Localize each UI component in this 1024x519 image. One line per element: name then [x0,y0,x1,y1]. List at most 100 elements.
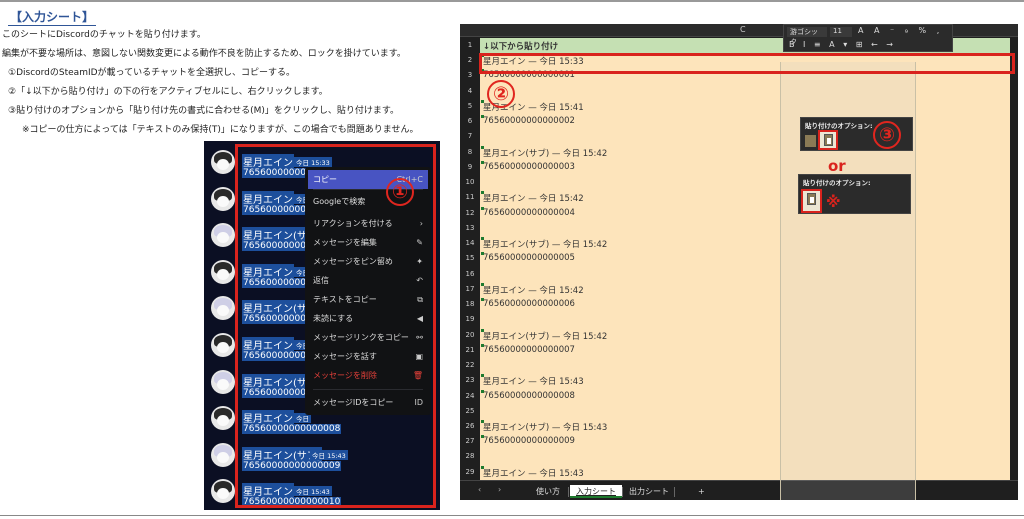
cell-text[interactable]: 76560000000000006 [483,299,575,309]
row-header[interactable]: 4 [460,83,480,99]
row-header[interactable]: 6 [460,114,480,130]
menu-item-label: コピー [313,175,337,184]
menu-item-copy-message-id[interactable]: メッセージIDをコピー ID [308,393,428,412]
font-name-box[interactable]: 游ゴシック [787,27,827,46]
menu-item-add-reaction[interactable]: リアクションを付ける › [308,214,428,233]
row-header[interactable]: 23 [460,373,480,389]
avatar[interactable] [211,296,235,321]
row-header[interactable]: 24 [460,388,480,404]
row-header[interactable]: 21 [460,342,480,358]
cell-error-indicator [481,298,484,302]
row-header[interactable]: 8 [460,144,480,160]
row-header[interactable]: 13 [460,220,480,236]
menu-item-mark-unread[interactable]: 未読にする ◀ [308,309,428,328]
tab-nav-right[interactable]: › [498,485,501,494]
avatar[interactable] [211,406,235,431]
cell-text[interactable]: 星月エイン(サブ) — 今日 15:43 [483,421,607,433]
cell-text[interactable]: 星月エイン(サブ) — 今日 15:42 [483,238,607,250]
avatar[interactable] [211,150,235,174]
menu-item-edit-message[interactable]: メッセージを編集 ✎ [308,233,428,252]
paste-match-destination-button[interactable] [818,130,838,150]
row-header[interactable]: 25 [460,403,480,419]
cell-text[interactable]: 星月エイン — 今日 15:42 [483,284,584,296]
instruction-step-1: ①DiscordのSteamIDが載っているチャットを全選択し、コピーする。 [8,68,296,78]
cell-text[interactable]: 星月エイン(サブ) — 今日 15:42 [483,330,607,342]
row-header[interactable]: 15 [460,251,480,267]
cell-text[interactable]: 76560000000000007 [483,345,575,355]
cell-text[interactable]: 76560000000000003 [483,162,575,172]
tab-input-sheet[interactable]: 入力シート [570,485,622,498]
row-header[interactable]: 19 [460,312,480,328]
font-size-box[interactable]: 11 [830,27,852,37]
cell-text[interactable]: 76560000000000005 [483,253,575,263]
row-header[interactable]: 26 [460,419,480,434]
tab-nav-left[interactable]: ‹ [478,485,481,494]
cell-text[interactable]: 星月エイン — 今日 15:43 [483,467,584,479]
cell-text[interactable]: 星月エイン — 今日 15:43 [483,375,584,387]
row-header[interactable]: 12 [460,205,480,221]
avatar[interactable] [211,369,235,394]
cell-error-indicator [481,465,484,469]
add-reaction-icon: › [419,219,423,228]
avatar[interactable] [211,333,235,357]
menu-item-reply[interactable]: 返信 ↶ [308,271,428,290]
tab-divider [568,487,569,497]
format-icons-row1[interactable]: A A ⁻ ₉ % , [858,26,943,35]
tab-output-sheet[interactable]: 出力シート [623,485,675,498]
row-header[interactable]: 17 [460,281,480,297]
cell-text[interactable]: 76560000000000008 [483,391,575,401]
row-header[interactable]: 2 [460,53,480,69]
row-header[interactable]: 3 [460,68,480,84]
cell-text[interactable]: 76560000000000009 [483,436,575,446]
row-header[interactable]: 16 [460,266,480,282]
avatar[interactable] [211,223,235,248]
section-heading: 【入力シート】 [8,10,97,26]
row-header[interactable]: 10 [460,175,480,191]
row-header[interactable]: 7 [460,129,480,145]
row-header[interactable]: 9 [460,159,480,175]
avatar-face [217,451,229,463]
paste-here-label: ↓以下から貼り付け [483,42,559,52]
instruction-line: このシートにDiscordのチャットを貼り付けます。 [2,30,206,40]
menu-item-label: 返信 [313,276,329,285]
menu-item-delete-message[interactable]: メッセージを削除 🗑 [308,366,428,385]
avatar[interactable] [211,479,235,504]
row-header[interactable]: 28 [460,449,480,465]
cell-error-indicator [481,435,484,439]
menu-item-copy-message-link[interactable]: メッセージリンクをコピー ⚯ [308,328,428,347]
row-header[interactable]: 1 [460,38,480,53]
cell-error-indicator [481,282,484,286]
step-2-badge: ② [487,80,515,108]
row-header[interactable]: 29 [460,464,480,480]
avatar[interactable] [211,186,235,211]
top-border [0,0,1024,2]
menu-item-copy-text[interactable]: テキストをコピー ⧉ [308,290,428,309]
cell-text[interactable]: 星月エイン — 今日 15:42 [483,192,584,204]
cell-error-indicator [481,389,484,393]
copy-text-icon: ⧉ [417,295,423,304]
row-header[interactable]: 22 [460,358,480,374]
copy-message-id-icon: ID [414,398,423,407]
add-sheet-button[interactable]: + [692,485,711,498]
row-header[interactable]: 18 [460,297,480,313]
row-header[interactable]: 5 [460,98,480,114]
paste-keep-source-icon[interactable] [805,135,816,147]
row-header[interactable]: 11 [460,190,480,206]
menu-item-pin-message[interactable]: メッセージをピン留め ✦ [308,252,428,271]
avatar[interactable] [211,442,235,467]
row-header[interactable]: 27 [460,434,480,450]
cell-text[interactable]: 76560000000000004 [483,208,575,218]
cell-text[interactable]: 76560000000000002 [483,116,575,126]
instruction-line: 編集が不要な場所は、意図しない関数変更による動作不良を防止するため、ロックを掛け… [2,49,406,59]
format-icons-row2[interactable]: B I ≡ A ▾ ⊞ ← → [789,40,896,49]
paste-text-only-button[interactable] [801,189,822,213]
tab-usage[interactable]: 使い方 [530,485,566,498]
row-header[interactable]: 14 [460,236,480,252]
pin-message-icon: ✦ [416,257,423,266]
avatar[interactable] [211,259,235,284]
sheet-grid[interactable]: ↓以下から貼り付け 星月エイン — 今日 15:33 76560000000000… [480,38,1010,480]
menu-item-speak-message[interactable]: メッセージを話す ▣ [308,347,428,366]
cell-text[interactable]: 星月エイン(サブ) — 今日 15:42 [483,147,607,159]
menu-item-label: テキストをコピー [313,295,377,304]
row-header[interactable]: 20 [460,327,480,343]
